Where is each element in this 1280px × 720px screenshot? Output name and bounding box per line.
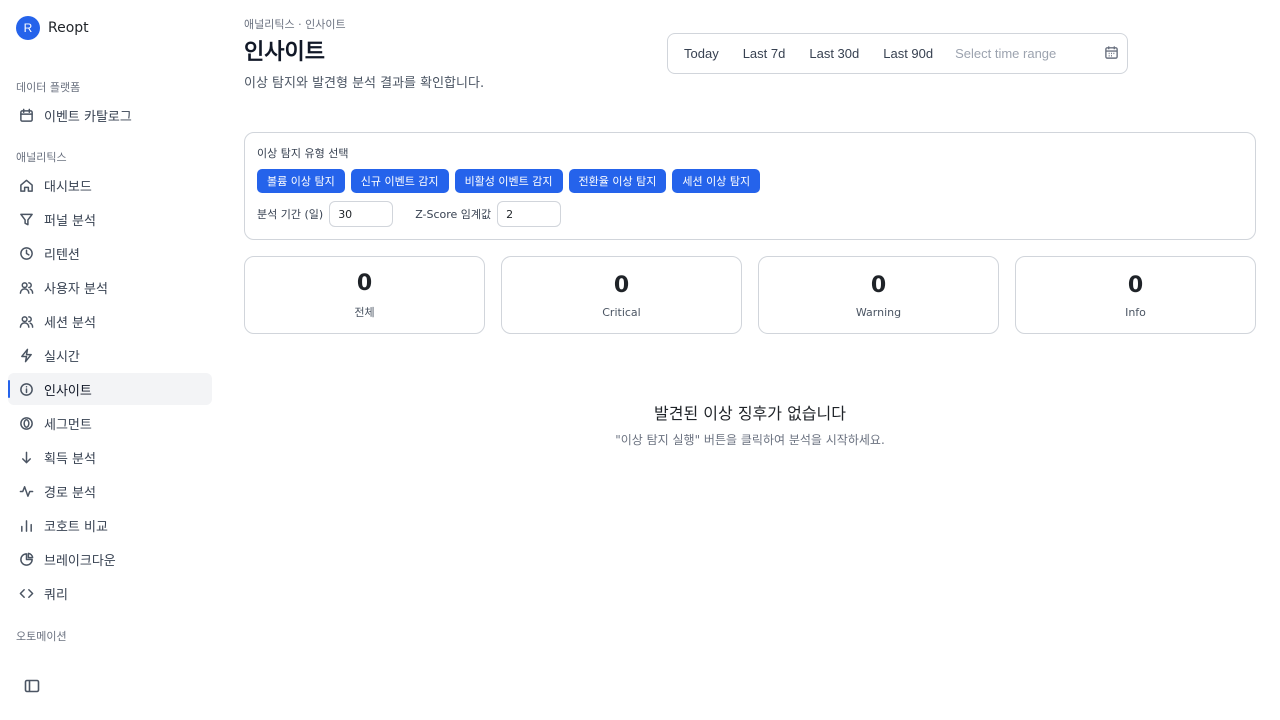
time-range-placeholder: Select time range — [955, 46, 1057, 61]
param-row: 분석 기간 (일) Z-Score 임계값 — [257, 201, 1243, 227]
sidebar-item-acquisition[interactable]: 획득 분석 — [8, 441, 212, 473]
filter-icon — [18, 211, 34, 227]
section-label-data-platform: 데이터 플랫폼 — [16, 81, 81, 94]
sidebar-item-funnel[interactable]: 퍼널 분석 — [8, 203, 212, 235]
time-range-selector: Today Last 7d Last 30d Last 90d Select t… — [667, 33, 1128, 74]
activity-icon — [18, 483, 34, 499]
stat-label: Critical — [602, 305, 641, 319]
section-label-automation: 오토메이션 — [16, 630, 67, 643]
chip-session-anomaly[interactable]: 세션 이상 탐지 — [672, 169, 761, 193]
time-option-today[interactable]: Today — [676, 34, 735, 73]
sidebar-item-label: 사용자 분석 — [44, 281, 108, 297]
anomaly-config-card: 이상 탐지 유형 선택 볼륨 이상 탐지 신규 이벤트 감지 비활성 이벤트 감… — [244, 132, 1256, 240]
chip-volume-anomaly[interactable]: 볼륨 이상 탐지 — [257, 169, 345, 193]
panel-left-icon — [24, 678, 40, 698]
sidebar-item-label: 경로 분석 — [44, 485, 96, 501]
sidebar-item-segment[interactable]: 세그먼트 — [8, 407, 212, 439]
anomaly-type-label: 이상 탐지 유형 선택 — [257, 147, 349, 160]
sidebar-item-realtime[interactable]: 실시간 — [8, 339, 212, 371]
empty-state-description: "이상 탐지 실행" 버튼을 클릭하여 분석을 시작하세요. — [615, 433, 885, 447]
stat-value: 0 — [870, 272, 887, 298]
zscore-input[interactable] — [497, 201, 562, 227]
code-icon — [18, 585, 34, 601]
calendar-icon — [1104, 45, 1119, 63]
stat-card-critical: 0 Critical — [501, 256, 742, 334]
sidebar-item-session-analysis[interactable]: 세션 분석 — [8, 305, 212, 337]
sidebar-item-path-analysis[interactable]: 경로 분석 — [8, 475, 212, 507]
sidebar-item-label: 대시보드 — [44, 179, 92, 195]
sidebar-item-label: 코호트 비교 — [44, 519, 108, 535]
anomaly-type-chips: 볼륨 이상 탐지 신규 이벤트 감지 비활성 이벤트 감지 전환율 이상 탐지 … — [257, 169, 1243, 193]
home-icon — [18, 177, 34, 193]
sidebar-item-label: 세그먼트 — [44, 417, 92, 433]
empty-state-title: 발견된 이상 징후가 없습니다 — [654, 404, 846, 423]
time-option-last-90d[interactable]: Last 90d — [875, 34, 949, 73]
segment-icon — [18, 415, 34, 431]
stat-card-warning: 0 Warning — [758, 256, 999, 334]
sidebar-item-retention[interactable]: 리텐션 — [8, 237, 212, 269]
clock-icon — [18, 245, 34, 261]
sidebar-item-label: 퍼널 분석 — [44, 213, 96, 229]
sidebar-item-event-catalog[interactable]: 이벤트 카탈로그 — [8, 99, 212, 131]
time-option-last-30d[interactable]: Last 30d — [801, 34, 875, 73]
sidebar-item-label: 브레이크다운 — [44, 553, 116, 569]
brand-name: Reopt — [48, 20, 89, 36]
period-input[interactable] — [329, 201, 394, 227]
stat-value: 0 — [613, 272, 630, 298]
pie-chart-icon — [18, 551, 34, 567]
time-range-picker[interactable]: Select time range — [949, 45, 1119, 63]
sidebar-item-query[interactable]: 쿼리 — [8, 577, 212, 609]
chip-new-event[interactable]: 신규 이벤트 감지 — [350, 169, 449, 193]
zscore-label: Z-Score 임계값 — [415, 208, 492, 221]
arrow-down-icon — [18, 449, 34, 465]
sidebar-item-cohort-compare[interactable]: 코호트 비교 — [8, 509, 212, 541]
stat-label: Info — [1125, 305, 1146, 319]
sidebar-item-user-analysis[interactable]: 사용자 분석 — [8, 271, 212, 303]
brand[interactable]: R Reopt — [16, 16, 89, 40]
chip-conversion-anomaly[interactable]: 전환율 이상 탐지 — [568, 169, 667, 193]
sidebar-item-label: 실시간 — [44, 349, 80, 365]
stat-value: 0 — [356, 271, 373, 296]
sidebar-item-label: 세션 분석 — [44, 315, 96, 331]
page-subtitle: 이상 탐지와 발견형 분석 결과를 확인합니다. — [244, 76, 485, 91]
sidebar-item-label: 리텐션 — [44, 247, 80, 263]
breadcrumb: 애널리틱스 · 인사이트 — [244, 18, 346, 31]
info-icon — [18, 381, 34, 397]
page-title: 인사이트 — [244, 40, 325, 65]
sidebar-item-insights[interactable]: 인사이트 — [8, 373, 212, 405]
brand-avatar: R — [16, 16, 40, 40]
time-option-last-7d[interactable]: Last 7d — [735, 34, 802, 73]
sidebar: R Reopt 데이터 플랫폼 이벤트 카탈로그 애널리틱스 대시보드 퍼널 분… — [0, 0, 220, 720]
section-label-analytics: 애널리틱스 — [16, 151, 67, 164]
stat-label: Warning — [855, 305, 902, 319]
period-label: 분석 기간 (일) — [257, 208, 324, 221]
stat-card-total: 0 전체 — [244, 256, 485, 334]
users-icon — [18, 279, 34, 295]
bar-chart-icon — [18, 517, 34, 533]
stat-card-info: 0 Info — [1015, 256, 1256, 334]
calendar-icon — [18, 107, 34, 123]
sidebar-item-dashboard[interactable]: 대시보드 — [8, 169, 212, 201]
sidebar-item-breakdown[interactable]: 브레이크다운 — [8, 543, 212, 575]
stat-label: 전체 — [354, 306, 375, 319]
users-icon — [18, 313, 34, 329]
stat-value: 0 — [1127, 272, 1144, 298]
sidebar-item-label: 획득 분석 — [44, 451, 96, 467]
sidebar-item-label: 인사이트 — [44, 383, 92, 399]
bolt-icon — [18, 347, 34, 363]
sidebar-collapse-button[interactable] — [22, 678, 42, 698]
sidebar-item-label: 쿼리 — [44, 587, 68, 603]
chip-inactive-event[interactable]: 비활성 이벤트 감지 — [454, 169, 563, 193]
sidebar-item-label: 이벤트 카탈로그 — [44, 109, 132, 125]
